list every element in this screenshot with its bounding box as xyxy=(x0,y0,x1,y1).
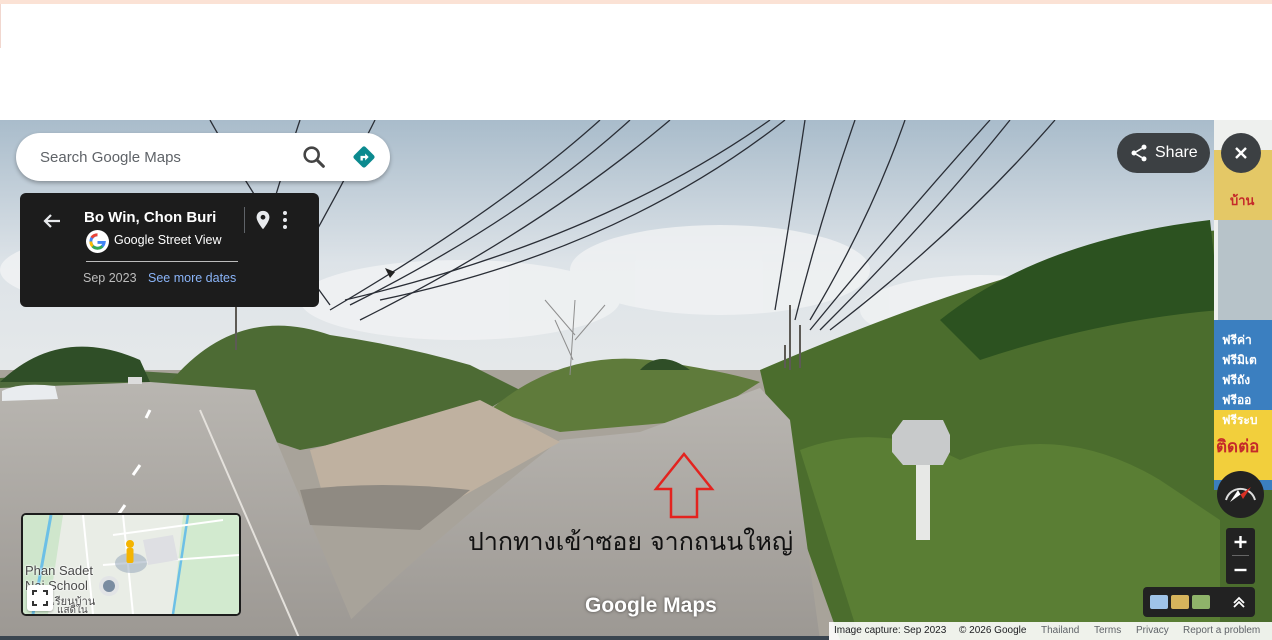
see-more-dates-link[interactable]: See more dates xyxy=(148,271,236,285)
search-input[interactable] xyxy=(40,147,290,167)
page-header-blank xyxy=(0,4,1272,120)
street-view-info-card: Bo Win, Chon Buri Google Street View Sep… xyxy=(20,193,319,307)
zoom-in-button[interactable] xyxy=(1226,528,1255,555)
share-button[interactable]: Share xyxy=(1117,133,1210,173)
card-divider xyxy=(244,207,245,233)
report-problem-link[interactable]: Report a problem xyxy=(1183,625,1260,636)
expand-up-icon[interactable] xyxy=(1231,594,1247,610)
google-logo-icon xyxy=(86,230,109,253)
mini-map[interactable]: Phan Sadet Nai School เรียนบ้าน แสดีใน xyxy=(21,513,241,616)
layer-thumbnail-terrain[interactable] xyxy=(1192,595,1210,609)
fullscreen-button[interactable] xyxy=(27,585,53,611)
pegman-icon[interactable] xyxy=(126,540,134,563)
directions-button[interactable] xyxy=(350,143,378,171)
sign-text: ฟรีออ xyxy=(1222,393,1251,407)
google-maps-watermark: Google Maps xyxy=(585,594,717,617)
copyright: © 2026 Google xyxy=(959,625,1027,636)
more-options-button[interactable] xyxy=(278,208,292,232)
layer-thumbnail-satellite[interactable] xyxy=(1171,595,1189,609)
map-footer: Image capture: Sep 2023 © 2026 Google Th… xyxy=(829,622,1272,640)
map-label: Phan Sadet xyxy=(25,563,93,578)
share-label: Share xyxy=(1155,144,1198,161)
location-pin-icon xyxy=(256,210,270,230)
directions-icon xyxy=(353,146,375,168)
street-view-source-label: Google Street View xyxy=(114,233,222,247)
sign-text: ฟรีค่า xyxy=(1222,333,1252,347)
card-separator-line xyxy=(86,261,238,262)
search-button[interactable] xyxy=(300,143,328,171)
plus-icon xyxy=(1234,536,1247,548)
privacy-link[interactable]: Privacy xyxy=(1136,625,1169,636)
imagery-layer-panel[interactable] xyxy=(1143,587,1255,617)
layer-thumbnail-map[interactable] xyxy=(1150,595,1168,609)
terms-link[interactable]: Terms xyxy=(1094,625,1121,636)
sign-text: ฟรีมิเต xyxy=(1222,353,1257,367)
capture-date: Sep 2023 xyxy=(83,271,137,285)
header-edge xyxy=(0,4,1,48)
zoom-out-button[interactable] xyxy=(1226,556,1255,584)
search-icon xyxy=(303,146,325,168)
map-label: แสดีใน xyxy=(57,605,88,616)
fullscreen-icon xyxy=(32,590,48,606)
sign-text: ติดต่อ xyxy=(1216,437,1259,457)
image-capture-date: Image capture: Sep 2023 xyxy=(834,625,947,636)
search-box[interactable] xyxy=(16,133,390,181)
more-vert-icon xyxy=(283,211,287,229)
sign-text: ฟรีระบ xyxy=(1222,413,1257,427)
place-title: Bo Win, Chon Buri xyxy=(84,209,217,226)
arrow-back-icon xyxy=(43,214,60,228)
back-button[interactable] xyxy=(40,209,64,233)
country-link[interactable]: Thailand xyxy=(1041,625,1079,636)
compass-button[interactable] xyxy=(1217,471,1264,518)
street-view-viewer[interactable]: บ้าน ฟรีค่า ฟรีมิเต ฟรีถัง ฟรีออ ฟรีระบ … xyxy=(0,120,1272,640)
close-button[interactable] xyxy=(1221,133,1261,173)
bottom-filmstrip-edge xyxy=(0,636,829,640)
minus-icon xyxy=(1234,568,1247,572)
sign-text: ฟรีถัง xyxy=(1222,373,1250,387)
share-icon xyxy=(1131,144,1147,162)
location-pin-button[interactable] xyxy=(252,208,274,232)
close-icon xyxy=(1235,147,1247,159)
sign-text: บ้าน xyxy=(1230,193,1255,209)
compass-icon xyxy=(1225,487,1256,502)
zoom-control xyxy=(1226,528,1255,584)
overlay-caption-text: ปากทางเข้าซอย จากถนนใหญ่ xyxy=(468,527,794,556)
